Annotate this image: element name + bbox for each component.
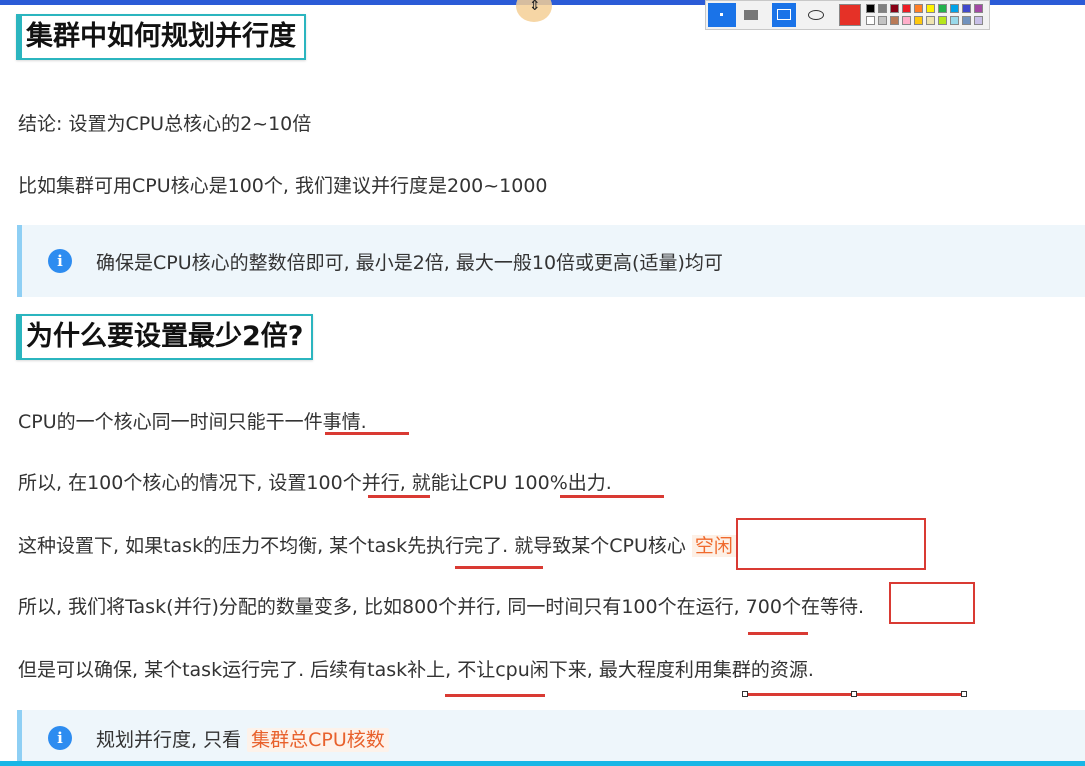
color-swatch[interactable] <box>950 16 959 25</box>
paragraph-unbalanced-text: 这种设置下, 如果task的压力不均衡, 某个task先执行完了. 就导致某个C… <box>18 535 686 557</box>
color-swatch[interactable] <box>974 16 983 25</box>
callout-1-text: 确保是CPU核心的整数倍即可, 最小是2倍, 最大一般10倍或更高(适量)均可 <box>96 251 723 274</box>
annotation-underline <box>368 495 430 498</box>
cpu-cores-highlight: 集群总CPU核数 <box>247 727 389 752</box>
color-swatch[interactable] <box>938 16 947 25</box>
paragraph-task-refill: 但是可以确保, 某个task运行完了. 后续有task补上, 不让cpu闲下来,… <box>18 659 814 681</box>
rectangle-icon <box>777 9 791 20</box>
color-swatch[interactable] <box>974 4 983 13</box>
color-swatch[interactable] <box>902 4 911 13</box>
callout-2-text: 规划并行度, 只看 集群总CPU核数 <box>96 725 389 752</box>
color-swatch[interactable] <box>902 16 911 25</box>
paragraph-conclusion: 结论: 设置为CPU总核心的2~10倍 <box>18 113 312 135</box>
color-swatch[interactable] <box>878 4 887 13</box>
current-color-swatch[interactable] <box>839 4 861 26</box>
color-swatch[interactable] <box>962 16 971 25</box>
color-swatch[interactable] <box>866 4 875 13</box>
filled-rectangle-icon <box>744 10 758 20</box>
info-callout-1: i 确保是CPU核心的整数倍即可, 最小是2倍, 最大一般10倍或更高(适量)均… <box>17 225 1085 297</box>
cursor-icon: ⇕ <box>529 0 541 14</box>
callout-2-prefix: 规划并行度, 只看 <box>96 728 242 751</box>
rectangle-tool-button[interactable] <box>772 3 796 27</box>
annotation-underline <box>748 632 808 635</box>
color-swatch[interactable] <box>878 16 887 25</box>
color-swatch[interactable] <box>938 4 947 13</box>
annotation-underline <box>445 694 545 697</box>
annotation-underline <box>455 566 543 569</box>
paragraph-example: 比如集群可用CPU核心是100个, 我们建议并行度是200~1000 <box>18 175 548 197</box>
color-swatch[interactable] <box>890 4 899 13</box>
ellipse-icon <box>808 10 824 20</box>
color-swatch[interactable] <box>950 4 959 13</box>
color-swatch[interactable] <box>866 16 875 25</box>
heading-cluster-parallelism: 集群中如何规划并行度 <box>16 14 306 60</box>
paragraph-100-cores: 所以, 在100个核心的情况下, 设置100个并行, 就能让CPU 100%出力… <box>18 472 612 494</box>
info-callout-2: i 规划并行度, 只看 集群总CPU核数 <box>17 710 1085 766</box>
drawing-toolbar <box>705 0 990 30</box>
annotation-box-700 <box>889 582 975 624</box>
idle-highlight: 空闲 <box>691 535 736 557</box>
color-swatch[interactable] <box>926 4 935 13</box>
bottom-accent-bar <box>0 761 1085 766</box>
dot-icon <box>720 13 723 16</box>
info-icon: i <box>48 726 72 750</box>
color-swatch[interactable] <box>914 16 923 25</box>
annotation-box-idle-core <box>736 518 926 570</box>
paragraph-cpu-core: CPU的一个核心同一时间只能干一件事情. <box>18 411 367 433</box>
color-swatch[interactable] <box>890 16 899 25</box>
ellipse-tool-button[interactable] <box>804 3 828 27</box>
line-handle-start[interactable] <box>742 691 748 697</box>
annotation-underline <box>325 432 409 435</box>
color-swatch[interactable] <box>926 16 935 25</box>
paragraph-unbalanced: 这种设置下, 如果task的压力不均衡, 某个task先执行完了. 就导致某个C… <box>18 532 736 560</box>
line-handle-end[interactable] <box>961 691 967 697</box>
annotation-underline <box>560 495 664 498</box>
heading-why-two-times: 为什么要设置最少2倍? <box>16 314 314 360</box>
color-swatch[interactable] <box>914 4 923 13</box>
line-handle-middle[interactable] <box>851 691 857 697</box>
color-swatch[interactable] <box>962 4 971 13</box>
info-icon: i <box>48 249 72 273</box>
paragraph-800-parallel: 所以, 我们将Task(并行)分配的数量变多, 比如800个并行, 同一时间只有… <box>18 596 864 618</box>
fill-rect-tool-button[interactable] <box>739 3 763 27</box>
dot-tool-button[interactable] <box>708 3 736 27</box>
